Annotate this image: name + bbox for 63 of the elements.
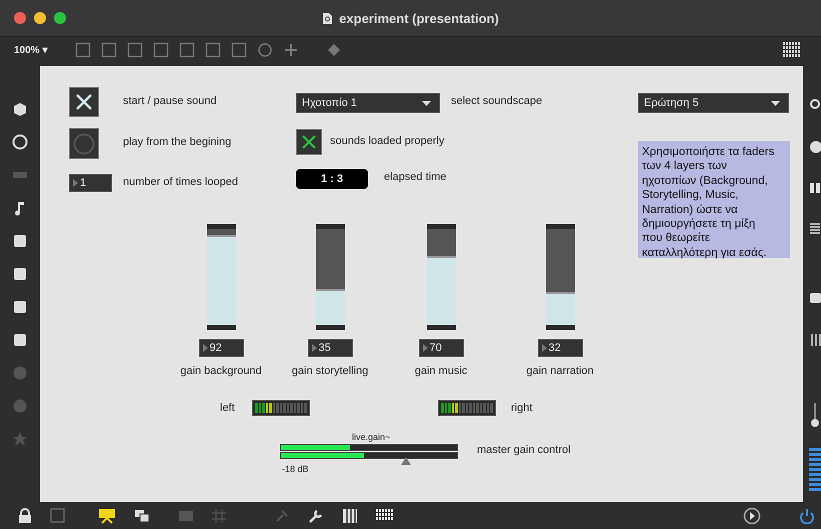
lock-icon[interactable] xyxy=(18,508,32,524)
piano-icon[interactable] xyxy=(342,508,358,524)
triangle-icon xyxy=(542,344,546,352)
play-button[interactable] xyxy=(69,128,99,159)
instructions-comment: Χρησιμοποιήστε τα faders των 4 layers των ηχοτοπίων (Background, Storytelling, Music, Narration) ώστε να δημιουργήσετε τη μίξη που θεωρείτε καταλληλότερη για εσάς. xyxy=(638,141,790,258)
start-toggle[interactable] xyxy=(69,87,99,117)
master-gain-slider[interactable] xyxy=(280,444,458,464)
target-icon[interactable] xyxy=(12,134,28,150)
gain-fader[interactable] xyxy=(426,224,456,330)
play-icon[interactable] xyxy=(743,506,761,524)
toggle-label: sounds loaded properly xyxy=(330,135,444,147)
zoom-menu[interactable]: 100% ▾ xyxy=(14,44,48,56)
gain-title: live.gain~ xyxy=(352,432,390,442)
select-icon[interactable] xyxy=(50,508,66,524)
caret-icon xyxy=(771,100,780,106)
dropdown-label: select soundscape xyxy=(451,95,542,107)
question-dropdown[interactable]: Ερώτηση 5 xyxy=(638,93,789,113)
triangle-icon xyxy=(422,344,428,352)
volume-meter-icon xyxy=(809,403,821,493)
button-label: play from the begining xyxy=(123,136,232,148)
keyboard-icon[interactable] xyxy=(376,508,394,522)
gain-number-box[interactable]: 92 xyxy=(198,339,244,357)
display-label: elapsed time xyxy=(384,171,446,183)
gain-label: master gain control xyxy=(477,444,571,456)
wrench-icon[interactable] xyxy=(308,508,324,524)
minimize-window-button[interactable] xyxy=(34,12,46,24)
fader-label: gain storytelling xyxy=(292,365,368,377)
triangle-icon xyxy=(312,344,316,352)
mixer-icon[interactable] xyxy=(809,333,821,347)
search-icon[interactable] xyxy=(809,98,821,110)
number-label: number of times looped xyxy=(123,176,238,188)
windows-icon[interactable] xyxy=(134,508,150,522)
plus-icon[interactable] xyxy=(283,42,300,58)
elapsed-time-display: 1 : 3 xyxy=(296,169,368,189)
fader-label: gain narration xyxy=(526,365,594,377)
gain-number-box[interactable]: 32 xyxy=(538,339,582,357)
caret-icon xyxy=(422,100,431,106)
gain-reading: -18 dB xyxy=(282,464,309,474)
close-window-button[interactable] xyxy=(14,12,26,24)
presentation-icon[interactable] xyxy=(98,508,116,524)
gain-fader[interactable] xyxy=(316,224,344,330)
triangle-icon xyxy=(202,344,208,352)
fader-label: gain music xyxy=(414,365,468,377)
document-icon xyxy=(322,12,334,24)
loop-count-box[interactable]: 1 xyxy=(69,174,112,192)
gain-fader[interactable] xyxy=(546,224,574,330)
zoom-window-button[interactable] xyxy=(54,12,66,24)
gain-number-box[interactable]: 70 xyxy=(418,339,464,357)
soundscape-dropdown[interactable]: Ηχοτοπίο 1 xyxy=(296,93,440,113)
toggle-label: start / pause sound xyxy=(123,95,217,107)
x-mark-icon xyxy=(74,92,94,112)
fader-label: gain background xyxy=(180,365,262,377)
loaded-toggle[interactable] xyxy=(296,129,322,155)
triangle-icon xyxy=(73,179,78,187)
gain-number-box[interactable]: 35 xyxy=(308,339,352,357)
meter-label: right xyxy=(511,402,532,414)
window-title: experiment (presentation) xyxy=(339,10,499,26)
power-icon[interactable] xyxy=(799,508,815,524)
x-mark-icon xyxy=(301,134,317,150)
gain-thumb[interactable] xyxy=(401,457,412,465)
meter-label: left xyxy=(220,402,235,414)
columns-icon[interactable] xyxy=(809,182,821,194)
grid-icon[interactable] xyxy=(783,42,801,58)
